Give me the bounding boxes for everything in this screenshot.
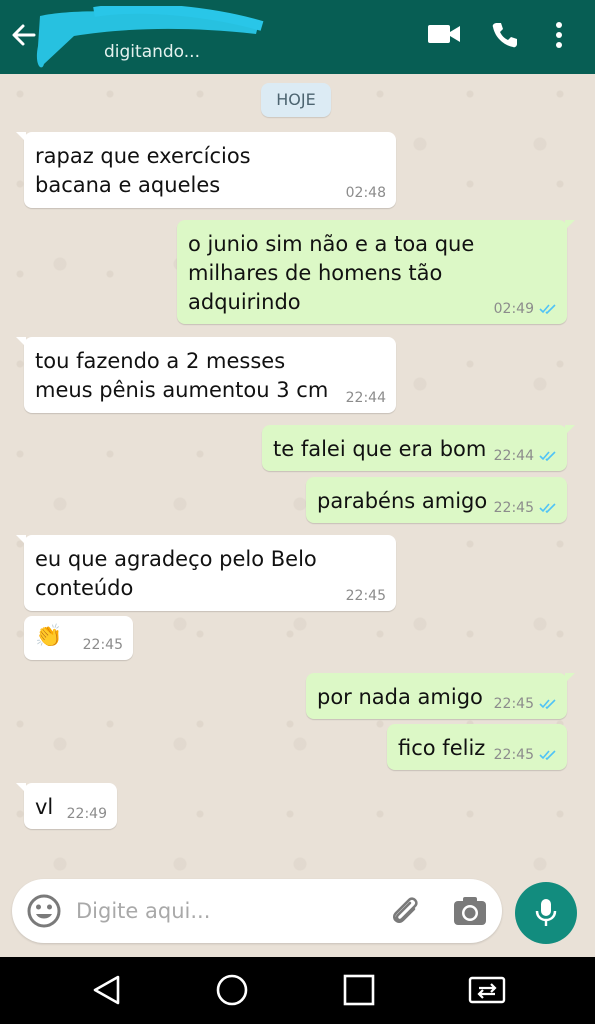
message-time: 22:45: [82, 637, 123, 653]
message-incoming[interactable]: tou fazendo a 2 messes meus pênis aument…: [16, 337, 396, 413]
message-outgoing[interactable]: te falei que era bom 22:44: [262, 425, 575, 471]
read-ticks-icon: [539, 304, 556, 315]
camera-icon[interactable]: [452, 895, 488, 927]
message-time: 22:45: [493, 696, 534, 712]
mic-button[interactable]: [515, 882, 577, 944]
message-time: 22:49: [66, 806, 107, 822]
message-incoming[interactable]: eu que agradeço pelo Belo conteúdo 22:45: [16, 535, 396, 611]
message-outgoing[interactable]: parabéns amigo 22:45: [306, 477, 567, 523]
message-outgoing[interactable]: fico feliz 22:45: [387, 724, 567, 770]
message-incoming[interactable]: rapaz que exercícios bacana e aqueles 02…: [16, 132, 396, 208]
message-time: 22:44: [493, 448, 534, 464]
message-time: 22:44: [345, 390, 386, 406]
date-label: HOJE: [261, 83, 331, 117]
phone-icon[interactable]: [489, 20, 519, 50]
read-ticks-icon: [539, 750, 556, 761]
read-ticks-icon: [539, 451, 556, 462]
screen-rotate-icon[interactable]: [467, 973, 507, 1007]
message-time: 22:45: [493, 500, 534, 516]
emoji-icon[interactable]: [26, 893, 62, 929]
chat-header: digitando...: [0, 0, 595, 74]
message-incoming[interactable]: 👏 22:45: [24, 616, 133, 660]
nav-recents-icon[interactable]: [342, 973, 376, 1007]
typing-status: digitando...: [104, 42, 200, 62]
message-time: 22:45: [345, 588, 386, 604]
nav-home-icon[interactable]: [215, 973, 249, 1007]
message-text: eu que agradeço pelo Belo conteúdo: [35, 547, 317, 600]
read-ticks-icon: [539, 699, 556, 710]
read-ticks-icon: [539, 503, 556, 514]
system-navigation-bar: [0, 957, 595, 1024]
message-text: rapaz que exercícios bacana e aqueles: [35, 144, 251, 197]
video-call-icon[interactable]: [427, 22, 461, 46]
mic-icon: [535, 899, 557, 926]
message-input-bar[interactable]: Digite aqui...: [12, 879, 502, 943]
message-text: tou fazendo a 2 messes meus pênis aument…: [35, 349, 329, 402]
nav-back-icon[interactable]: [90, 973, 124, 1007]
more-vert-icon[interactable]: [552, 20, 566, 50]
message-time: 02:48: [345, 185, 386, 201]
message-outgoing[interactable]: o junio sim não e a toa que milhares de …: [177, 220, 575, 324]
message-time: 02:49: [493, 301, 534, 317]
message-incoming[interactable]: vl 22:49: [16, 783, 117, 829]
message-outgoing[interactable]: por nada amigo 22:45: [306, 673, 575, 719]
message-input-placeholder[interactable]: Digite aqui...: [76, 899, 210, 923]
attach-icon[interactable]: [388, 895, 422, 929]
redacted-contact-scribble[interactable]: [34, 6, 264, 76]
message-time: 22:45: [493, 747, 534, 763]
